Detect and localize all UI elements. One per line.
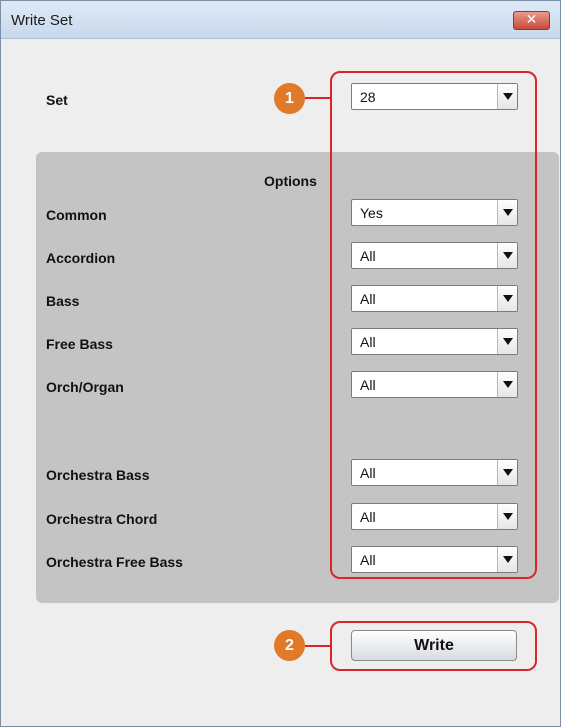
title-bar: Write Set ✕ bbox=[1, 1, 560, 39]
option-label-accordion: Accordion bbox=[46, 250, 116, 266]
close-icon: ✕ bbox=[525, 11, 538, 27]
option-label-orchestra-bass: Orchestra Bass bbox=[46, 467, 150, 483]
option-label-common: Common bbox=[46, 207, 107, 223]
write-set-dialog: Write Set ✕ Set 28 Options Common Yes Ac… bbox=[0, 0, 561, 727]
callout-box-1 bbox=[330, 71, 537, 579]
callout-line-2 bbox=[305, 645, 331, 647]
callout-line-1 bbox=[305, 97, 331, 99]
option-label-orch-organ: Orch/Organ bbox=[46, 379, 124, 395]
set-label: Set bbox=[46, 92, 68, 108]
option-label-orchestra-chord: Orchestra Chord bbox=[46, 511, 158, 527]
callout-badge-2: 2 bbox=[274, 630, 305, 661]
close-button[interactable]: ✕ bbox=[513, 11, 550, 30]
callout-badge-1: 1 bbox=[274, 83, 305, 114]
options-title: Options bbox=[264, 173, 317, 189]
option-label-bass: Bass bbox=[46, 293, 80, 309]
option-label-free-bass: Free Bass bbox=[46, 336, 113, 352]
option-label-orchestra-free-bass: Orchestra Free Bass bbox=[46, 554, 183, 570]
window-title: Write Set bbox=[11, 12, 73, 29]
callout-box-2 bbox=[330, 621, 537, 671]
